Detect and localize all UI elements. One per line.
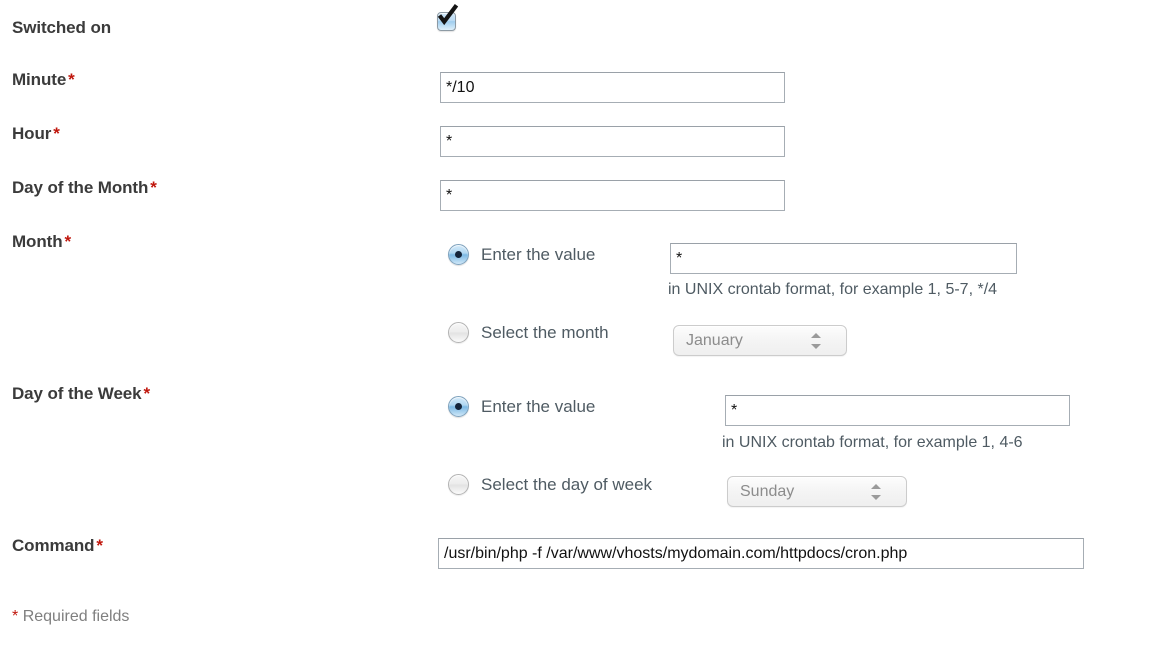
label-hour: Hour *: [12, 124, 60, 144]
day-of-week-value-input[interactable]: [725, 395, 1070, 426]
day-of-week-select[interactable]: Sunday: [727, 476, 907, 507]
label-minute: Minute *: [12, 70, 75, 90]
label-day-of-month-text: Day of the Month: [12, 178, 149, 197]
day-of-month-input[interactable]: [440, 180, 785, 211]
hour-input[interactable]: [440, 126, 785, 157]
label-day-of-week-text: Day of the Week: [12, 384, 142, 403]
month-enter-value-radio[interactable]: Enter the value: [448, 244, 595, 265]
day-of-week-enter-value-radio[interactable]: Enter the value: [448, 396, 595, 417]
switched-on-checkbox[interactable]: [434, 3, 460, 32]
day-of-week-select-radio[interactable]: Select the day of week: [448, 474, 652, 495]
required-star: *: [143, 384, 151, 403]
label-command-text: Command: [12, 536, 95, 555]
required-star: *: [53, 124, 60, 143]
month-enter-value-label: Enter the value: [481, 244, 596, 264]
month-value-input[interactable]: [670, 243, 1017, 274]
required-star: *: [96, 536, 103, 555]
radio-unselected-icon: [448, 322, 469, 343]
day-of-week-help-text: in UNIX crontab format, for example 1, 4…: [722, 434, 1023, 451]
month-select-value: January: [686, 331, 743, 349]
month-select-label: Select the month: [481, 322, 609, 342]
required-fields-note: * Required fields: [12, 608, 129, 626]
stepper-arrows-icon: [811, 332, 822, 350]
radio-unselected-icon: [448, 474, 469, 495]
command-input[interactable]: [438, 538, 1084, 569]
month-help-text: in UNIX crontab format, for example 1, 5…: [668, 281, 998, 298]
checkbox-box: [437, 12, 456, 31]
required-star: *: [12, 608, 19, 625]
label-day-of-month: Day of the Month *: [12, 178, 157, 198]
label-command: Command *: [12, 536, 103, 556]
day-of-week-enter-value-label: Enter the value: [481, 396, 596, 416]
minute-input[interactable]: [440, 72, 785, 103]
radio-selected-icon: [448, 396, 469, 417]
label-switched-on: Switched on: [12, 18, 111, 38]
required-star: *: [64, 232, 72, 251]
required-fields-label: Required fields: [22, 608, 130, 625]
day-of-week-select-label: Select the day of week: [481, 474, 653, 494]
radio-selected-icon: [448, 244, 469, 265]
cron-task-form: Switched on Minute* Hour* Day of the Mon…: [0, 0, 1152, 656]
label-minute-text: Minute: [12, 70, 67, 89]
label-month-text: Month: [12, 232, 63, 251]
required-star: *: [68, 70, 75, 89]
label-switched-on-text: Switched on: [12, 18, 112, 37]
month-select[interactable]: January: [673, 325, 847, 356]
day-of-week-select-value: Sunday: [740, 482, 795, 500]
required-star: *: [150, 178, 157, 197]
month-select-radio[interactable]: Select the month: [448, 322, 609, 343]
stepper-arrows-icon: [871, 483, 882, 501]
label-month: Month *: [12, 232, 71, 252]
label-hour-text: Hour: [12, 124, 52, 143]
label-day-of-week: Day of the Week *: [12, 384, 150, 404]
